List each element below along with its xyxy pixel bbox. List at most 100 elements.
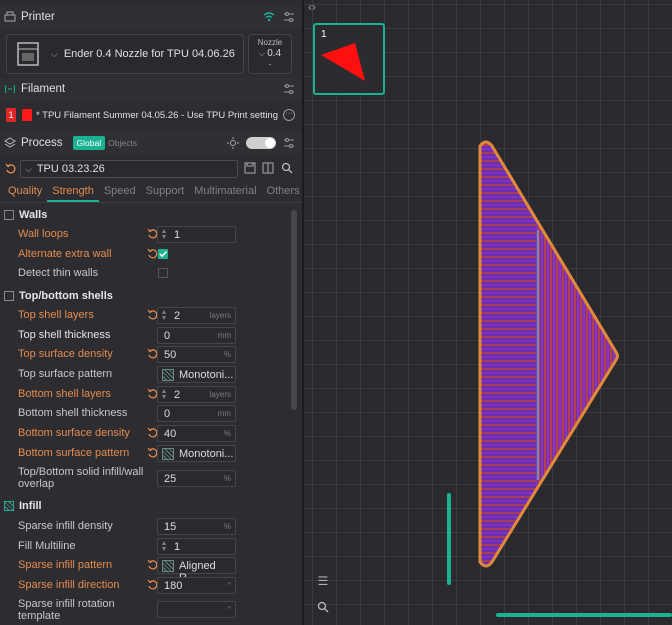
search-icon[interactable] [281,162,293,174]
setting-sparse-infill-direction: Sparse infill direction 180 ° [0,576,290,595]
reset-icon[interactable] [147,248,158,259]
pattern-icon [162,369,174,381]
compare-icon[interactable] [262,162,274,174]
sparse-infill-direction-input[interactable]: 180 ° [157,577,236,594]
filament-section-header: Filament [0,78,302,100]
zoom-search-icon[interactable] [314,598,332,616]
top-shell-thickness-input[interactable]: 0 mm [157,327,236,344]
process-section-title: Process [21,137,63,149]
group-walls: Walls [0,206,290,224]
advanced-toggle-switch[interactable] [246,137,276,149]
wifi-icon[interactable] [262,10,276,24]
objects-toggle[interactable]: Objects [108,138,137,148]
bottom-shell-layers-input[interactable]: ▲ ▼ 2 layers [157,386,236,403]
chevron-down-icon: ⌵ [51,48,58,59]
process-settings-icon[interactable] [282,136,296,150]
shells-icon [4,291,14,301]
printer-preset-selector[interactable]: ⌵ Ender 0.4 Nozzle for TPU 04.06.26 [6,34,244,74]
top-surface-density-input[interactable]: 50% [157,346,236,363]
tab-others[interactable]: Others [262,182,302,202]
nozzle-selector[interactable]: Nozzle ⌵ 0.4 - [248,34,292,74]
setting-wall-loops: Wall loops ▲ ▼ 1 [0,225,290,244]
setting-bottom-surface-density: Bottom surface density 40% [0,424,290,443]
printer-thumbnail-icon [17,42,39,66]
layer-slider-vertical[interactable] [447,493,451,585]
group-top-bottom-shells: Top/bottom shells [0,287,290,305]
setting-fill-multiline: Fill Multiline ▲ ▼ 1 [0,537,290,556]
global-toggle[interactable]: Global [72,136,106,150]
setting-bottom-shell-layers: Bottom shell layers ▲ ▼ 2 layers [0,385,290,404]
detect-thin-walls-checkbox[interactable] [158,268,168,278]
setting-label: Top surface pattern [18,368,113,380]
move-slider-horizontal[interactable] [496,613,672,617]
nozzle-label: Nozzle [257,38,283,47]
advanced-mode-icon[interactable] [226,136,240,150]
setting-bottom-shell-thickness: Bottom shell thickness 0 mm [0,404,290,423]
filament-color-swatch[interactable] [22,109,32,121]
3d-viewport[interactable]: ‹› 1 ☰ [304,0,672,625]
setting-solid-infill-overlap: Top/Bottom solid infill/wall overlap 25% [0,466,290,492]
process-layers-icon [4,137,16,148]
sparse-infill-pattern-select[interactable]: Aligned R... [157,557,236,584]
filament-settings-icon[interactable] [282,82,296,96]
setting-detect-thin-walls: Detect thin walls [0,264,290,283]
printer-section-header: Printer [0,6,302,28]
bottom-surface-density-input[interactable]: 40% [157,425,236,442]
setting-label: Bottom shell layers [18,388,111,400]
tab-support[interactable]: Support [141,182,190,202]
tab-speed[interactable]: Speed [99,182,141,202]
spinner-icon[interactable]: ▲ ▼ [160,388,168,401]
setting-label: Wall loops [18,228,69,240]
printer-settings-icon[interactable] [282,10,296,24]
sparse-infill-rotation-input[interactable]: ° [157,601,236,618]
menu-list-icon[interactable]: ☰ [314,572,332,590]
setting-sparse-infill-rotation-template: Sparse infill rotation template ° [0,598,290,624]
walls-icon [4,210,14,220]
top-surface-pattern-select[interactable]: Monotoni... [157,366,236,383]
group-walls-title: Walls [19,209,48,221]
fill-multiline-input[interactable]: ▲ ▼ 1 [157,538,236,555]
printer-icon [4,11,16,22]
process-tabs: Quality Strength Speed Support Multimate… [0,182,302,202]
setting-label: Top/Bottom solid infill/wall overlap [18,466,144,490]
top-shell-layers-input[interactable]: ▲ ▼ 2 layers [157,307,236,324]
setting-label: Top shell layers [18,309,94,321]
setting-label: Bottom surface pattern [18,447,130,459]
setting-label: Detect thin walls [18,267,99,279]
more-options-icon[interactable]: ··· [283,109,295,121]
tab-strength[interactable]: Strength [47,182,99,202]
filament-section-title: Filament [21,83,66,95]
undo-icon[interactable] [5,163,16,174]
setting-label: Bottom shell thickness [18,407,128,419]
filament-preset-row[interactable]: 1 * TPU Filament Summer 04.05.26 - Use T… [6,106,278,124]
printer-preset-name: Ender 0.4 Nozzle for TPU 04.06.26 [63,48,235,60]
spinner-icon[interactable]: ▲ ▼ [160,309,168,322]
chevron-down-icon: ⌵ [25,163,32,174]
settings-scrollbar[interactable] [291,210,297,410]
save-icon[interactable] [244,162,256,174]
setting-top-shell-thickness: Top shell thickness 0 mm [0,326,290,345]
setting-alternate-extra-wall: Alternate extra wall [0,245,290,264]
spinner-icon[interactable]: ▲ ▼ [160,228,168,241]
nozzle-extra: - [268,59,272,69]
process-section-header: Process Global Objects [0,132,302,154]
tab-quality[interactable]: Quality [0,182,47,202]
solid-infill-overlap-input[interactable]: 25% [157,470,236,487]
sliced-model [478,140,619,568]
setting-top-shell-layers: Top shell layers ▲ ▼ 2 layers [0,306,290,325]
spinner-icon[interactable]: ▲ ▼ [160,540,168,553]
alternate-extra-wall-checkbox[interactable] [158,249,168,259]
wall-loops-input[interactable]: ▲ ▼ 1 [157,226,236,243]
setting-bottom-surface-pattern: Bottom surface pattern Monotoni... [0,444,290,463]
bottom-surface-pattern-select[interactable]: Monotoni... [157,445,236,462]
setting-sparse-infill-density: Sparse infill density 15% [0,517,290,536]
tab-multimaterial[interactable]: Multimaterial [189,182,261,202]
infill-icon [4,501,14,511]
nozzle-value: 0.4 [267,48,282,59]
group-infill: Infill [0,497,290,515]
bottom-shell-thickness-input[interactable]: 0 mm [157,405,236,422]
sparse-infill-density-input[interactable]: 15% [157,518,236,535]
printer-section-title: Printer [21,11,55,23]
process-preset-selector[interactable]: ⌵ TPU 03.23.26 [20,160,238,178]
setting-top-surface-density: Top surface density 50% [0,345,290,364]
